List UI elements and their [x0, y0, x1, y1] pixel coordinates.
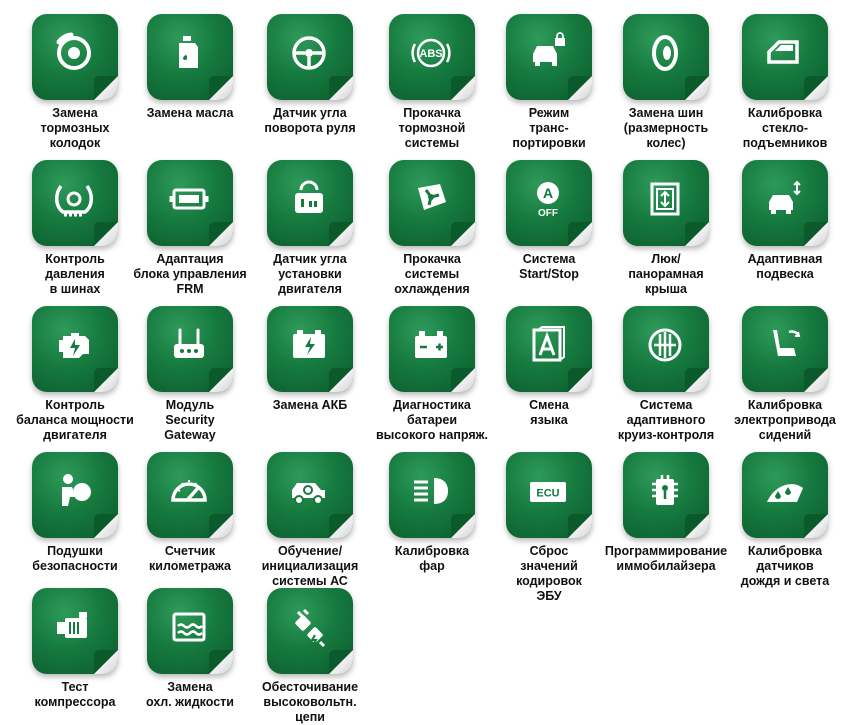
tile-odometer[interactable]: Счетчик километража: [128, 452, 252, 574]
brake-disc-icon: [56, 32, 91, 70]
rain-light-sensor-icon: [767, 484, 803, 502]
tile-hv-battery[interactable]: Диагностика батареи высокого напряж.: [370, 306, 494, 443]
headlight-icon: [414, 478, 448, 504]
oil-can-icon: [179, 36, 198, 68]
tile-language[interactable]: Смена языка: [487, 306, 611, 428]
odometer-icon: [171, 480, 207, 502]
tile-tire-pressure[interactable]: Контроль давления в шинах: [13, 160, 137, 297]
tile-label: Замена охл. жидкости: [146, 680, 234, 709]
tile-engine-angle-sensor[interactable]: Датчик угла установки двигателя: [248, 160, 372, 297]
tile-label: Калибровка стекло- подъемников: [742, 106, 828, 150]
tile-label: Диагностика батареи высокого напряж.: [376, 398, 488, 442]
camshaft-sensor-icon: [295, 180, 323, 213]
tile-start-stop[interactable]: A OFF Система Start/Stop: [487, 160, 611, 282]
tile-label: Прокачка системы охлаждения: [394, 252, 470, 296]
tile-brake-pads[interactable]: Замена тормозных колодок: [13, 14, 137, 151]
auto-letter: A: [543, 185, 553, 201]
cruise-control-icon: [648, 328, 682, 362]
tile-label: Адаптивная подвеска: [747, 252, 823, 281]
tile-battery-replacement[interactable]: Замена АКБ: [248, 306, 372, 413]
tile-ac-learning[interactable]: Обучение/ инициализация системы АС: [248, 452, 372, 589]
tile-window-calibration[interactable]: Калибровка стекло- подъемников: [723, 14, 847, 151]
car-window-icon: [767, 40, 799, 64]
adaptive-suspension-icon: [769, 180, 801, 214]
tile-label: Датчик угла поворота руля: [264, 106, 356, 135]
gateway-router-icon: [174, 328, 204, 358]
abs-icon: ABS: [411, 38, 451, 68]
tile-label: Замена шин (размерность колес): [623, 106, 709, 150]
tile-label: Контроль давления в шинах: [45, 252, 105, 296]
tile-label: Модуль Security Gateway: [164, 398, 216, 442]
tile-label: Датчик угла установки двигателя: [273, 252, 347, 296]
tile-seat-calibration[interactable]: Калибровка электропривода сидений: [723, 306, 847, 443]
start-stop-off-icon: A OFF: [537, 182, 559, 219]
off-label: OFF: [538, 208, 558, 219]
battery-charge-icon: [293, 330, 325, 358]
tile-adaptive-cruise[interactable]: Система адаптивного круиз-контроля: [604, 306, 728, 443]
hv-battery-icon: [415, 331, 447, 358]
tile-immobilizer[interactable]: Программирование иммобилайзера: [604, 452, 728, 574]
compressor-icon: [57, 612, 87, 638]
sunroof-icon: [650, 182, 680, 216]
tile-label: Счетчик километража: [149, 544, 231, 573]
tile-label: Сброс значений кодировок ЭБУ: [516, 544, 582, 603]
tile-label: Замена масла: [146, 106, 234, 120]
tile-tire-change[interactable]: Замена шин (размерность колес): [604, 14, 728, 151]
tile-adaptive-suspension[interactable]: Адаптивная подвеска: [723, 160, 847, 282]
tile-label: Прокачка тормозной системы: [398, 106, 466, 150]
tile-frm-adaptation[interactable]: Адаптация блока управления FRM: [128, 160, 252, 297]
tile-compressor-test[interactable]: Тест компрессора: [13, 588, 137, 710]
tire-icon: [652, 35, 678, 71]
tile-label: Калибровка фар: [394, 544, 470, 573]
power-seat-icon: [773, 330, 801, 356]
tile-headlight-calibration[interactable]: Калибровка фар: [370, 452, 494, 574]
engine-power-icon: [59, 333, 89, 358]
ecu-label: ECU: [536, 488, 559, 500]
tile-airbags[interactable]: Подушки безопасности: [13, 452, 137, 574]
tile-label: Смена языка: [529, 398, 569, 427]
tile-coolant-replacement[interactable]: Замена охл. жидкости: [128, 588, 252, 710]
tile-transport-mode[interactable]: Режим транс- портировки: [487, 14, 611, 151]
cooling-fan-icon: [418, 184, 446, 210]
tile-security-gateway[interactable]: Модуль Security Gateway: [128, 306, 252, 443]
tile-label: Замена АКБ: [272, 398, 348, 412]
tile-label: Система Start/Stop: [519, 252, 579, 281]
tile-engine-balance[interactable]: Контроль баланса мощности двигателя: [13, 306, 137, 443]
tile-label: Система адаптивного круиз-контроля: [617, 398, 715, 442]
tile-label: Обесточивание высоковольтн. цепи: [261, 680, 359, 724]
tile-label: Калибровка датчиков дождя и света: [740, 544, 830, 588]
tire-pressure-icon: [55, 184, 93, 217]
tile-hv-disconnect[interactable]: Обесточивание высоковольтн. цепи: [248, 588, 372, 725]
tile-label: Люк/ панорамная крыша: [628, 252, 704, 296]
tile-label: Программирование иммобилайзера: [604, 544, 728, 573]
tile-cooling-bleed[interactable]: Прокачка системы охлаждения: [370, 160, 494, 297]
car-ac-icon: [292, 483, 325, 505]
tile-oil-change[interactable]: Замена масла: [128, 14, 252, 121]
airbag-icon: [62, 474, 91, 506]
tile-label: Калибровка электропривода сидений: [734, 398, 836, 442]
tile-brake-bleed[interactable]: ABS Прокачка тормозной системы: [370, 14, 494, 151]
steering-wheel-icon: [292, 36, 326, 70]
language-letter-icon: [532, 326, 565, 362]
tile-steering-angle[interactable]: Датчик угла поворота руля: [248, 14, 372, 136]
tile-label: Адаптация блока управления FRM: [133, 252, 247, 296]
tile-label: Режим транс- портировки: [512, 106, 586, 150]
tile-sunroof[interactable]: Люк/ панорамная крыша: [604, 160, 728, 297]
immobilizer-chip-icon: [652, 475, 678, 505]
tile-label: Подушки безопасности: [32, 544, 118, 573]
tile-label: Тест компрессора: [34, 680, 116, 709]
tile-rain-light-sensor[interactable]: Калибровка датчиков дождя и света: [723, 452, 847, 589]
car-lock-icon: [533, 32, 565, 66]
tile-ecu-reset[interactable]: ECU Сброс значений кодировок ЭБУ: [487, 452, 611, 604]
tile-label: Контроль баланса мощности двигателя: [16, 398, 134, 442]
tile-label: Замена тормозных колодок: [40, 106, 110, 150]
abs-label: ABS: [419, 48, 442, 60]
control-module-icon: [169, 188, 209, 210]
ecu-icon: ECU: [530, 482, 566, 502]
hv-disconnect-plug-icon: [295, 608, 326, 648]
coolant-icon: [172, 612, 206, 642]
tile-label: Обучение/ инициализация системы АС: [261, 544, 359, 588]
